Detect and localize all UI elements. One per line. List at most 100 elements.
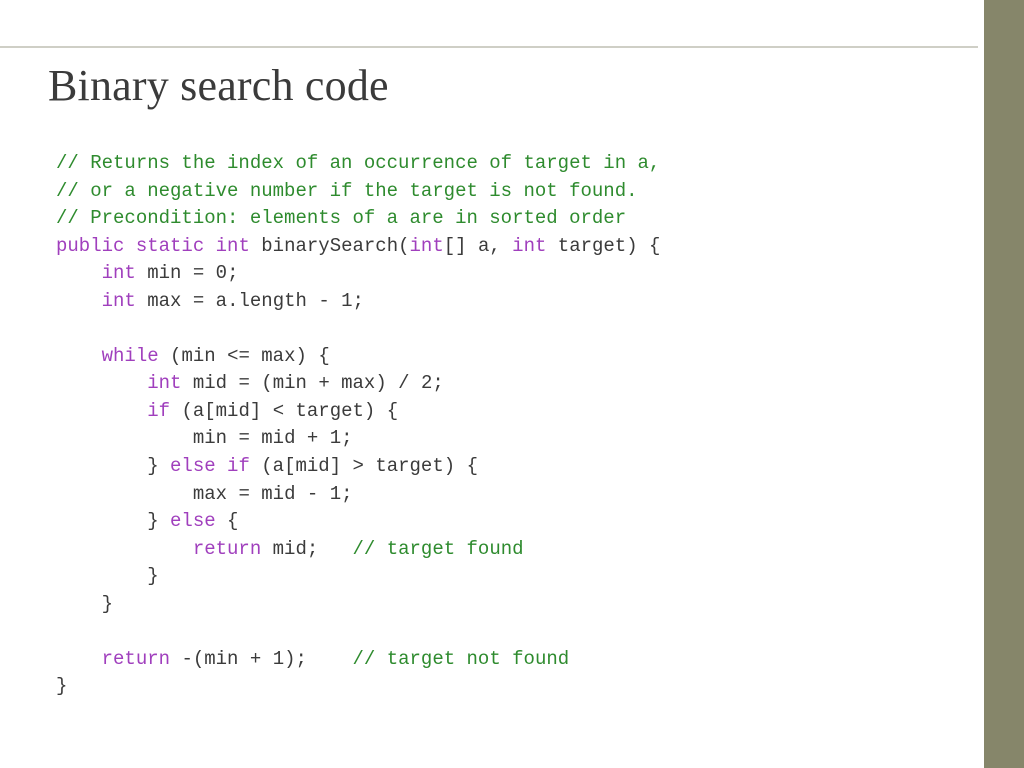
param-a: a bbox=[273, 455, 284, 477]
brace-close: } bbox=[56, 675, 67, 697]
brace-open: { bbox=[318, 345, 329, 367]
num-0: 0 bbox=[216, 262, 227, 284]
param-target: target bbox=[375, 455, 443, 477]
var-mid: mid bbox=[295, 455, 329, 477]
var-max: max bbox=[341, 372, 375, 394]
kw-int: int bbox=[216, 235, 250, 257]
op-eq: = bbox=[238, 372, 249, 394]
paren-open: ( bbox=[261, 372, 272, 394]
lbrack: [ bbox=[204, 400, 215, 422]
semi: ; bbox=[227, 262, 238, 284]
kw-static: static bbox=[136, 235, 204, 257]
rbrack: ] bbox=[250, 400, 261, 422]
num-1: 1 bbox=[330, 427, 341, 449]
divider bbox=[0, 46, 978, 48]
lbrack: [ bbox=[284, 455, 295, 477]
var-min: min bbox=[204, 648, 238, 670]
code-comment: // target not found bbox=[353, 648, 570, 670]
paren-close: ) bbox=[444, 455, 455, 477]
op-minus: - bbox=[181, 648, 192, 670]
dot: . bbox=[227, 290, 238, 312]
kw-if: if bbox=[147, 400, 170, 422]
brackets: [] bbox=[444, 235, 467, 257]
num-1: 1 bbox=[330, 483, 341, 505]
comma: , bbox=[489, 235, 500, 257]
op-minus: - bbox=[307, 483, 318, 505]
op-gt: > bbox=[353, 455, 364, 477]
code-comment: // Precondition: elements of a are in so… bbox=[56, 207, 626, 229]
semi: ; bbox=[296, 648, 307, 670]
var-mid: mid bbox=[273, 538, 307, 560]
var-min: min bbox=[147, 262, 181, 284]
var-max: max bbox=[147, 290, 181, 312]
semi: ; bbox=[353, 290, 364, 312]
paren-open: ( bbox=[193, 648, 204, 670]
param-a: a bbox=[193, 400, 204, 422]
kw-int: int bbox=[102, 290, 136, 312]
paren-close: ) bbox=[296, 345, 307, 367]
kw-int: int bbox=[512, 235, 546, 257]
semi: ; bbox=[307, 538, 318, 560]
op-eq: = bbox=[238, 483, 249, 505]
paren-close: ) bbox=[375, 372, 386, 394]
op-plus: + bbox=[318, 372, 329, 394]
paren-open: ( bbox=[181, 400, 192, 422]
page-title: Binary search code bbox=[48, 60, 389, 111]
code-comment: // or a negative number if the target is… bbox=[56, 180, 638, 202]
brace-open: { bbox=[467, 455, 478, 477]
param-target: target bbox=[296, 400, 364, 422]
kw-int: int bbox=[147, 372, 181, 394]
var-mid: mid bbox=[261, 427, 295, 449]
op-le: <= bbox=[227, 345, 250, 367]
op-div: / bbox=[398, 372, 409, 394]
op-eq: = bbox=[238, 427, 249, 449]
brace-open: { bbox=[387, 400, 398, 422]
fn-name: binarySearch bbox=[261, 235, 398, 257]
field-length: length bbox=[238, 290, 306, 312]
var-mid: mid bbox=[216, 400, 250, 422]
param-a: a bbox=[216, 290, 227, 312]
var-mid: mid bbox=[261, 483, 295, 505]
kw-else: else bbox=[170, 455, 216, 477]
paren-open: ( bbox=[261, 455, 272, 477]
kw-return: return bbox=[193, 538, 261, 560]
paren-close: ) bbox=[284, 648, 295, 670]
num-2: 2 bbox=[421, 372, 432, 394]
kw-while: while bbox=[102, 345, 159, 367]
var-min: min bbox=[273, 372, 307, 394]
rbrack: ] bbox=[330, 455, 341, 477]
kw-int: int bbox=[102, 262, 136, 284]
op-eq: = bbox=[193, 262, 204, 284]
kw-int: int bbox=[410, 235, 444, 257]
slide: Binary search code // Returns the index … bbox=[0, 0, 1024, 768]
op-minus: - bbox=[318, 290, 329, 312]
num-1: 1 bbox=[341, 290, 352, 312]
kw-return: return bbox=[102, 648, 170, 670]
brace-close: } bbox=[147, 510, 158, 532]
op-eq: = bbox=[193, 290, 204, 312]
param-a: a bbox=[478, 235, 489, 257]
op-plus: + bbox=[250, 648, 261, 670]
accent-stripe bbox=[984, 0, 1024, 768]
num-1: 1 bbox=[273, 648, 284, 670]
var-max: max bbox=[261, 345, 295, 367]
paren-close: ) bbox=[364, 400, 375, 422]
semi: ; bbox=[341, 427, 352, 449]
brace-open: { bbox=[227, 510, 238, 532]
semi: ; bbox=[341, 483, 352, 505]
op-plus: + bbox=[307, 427, 318, 449]
brace-open: { bbox=[649, 235, 660, 257]
var-max: max bbox=[193, 483, 227, 505]
var-min: min bbox=[193, 427, 227, 449]
kw-public: public bbox=[56, 235, 124, 257]
paren-close: ) bbox=[626, 235, 637, 257]
var-mid: mid bbox=[193, 372, 227, 394]
param-target: target bbox=[558, 235, 626, 257]
kw-else: else bbox=[170, 510, 216, 532]
paren-open: ( bbox=[170, 345, 181, 367]
code-block: // Returns the index of an occurrence of… bbox=[56, 150, 956, 701]
brace-close: } bbox=[102, 593, 113, 615]
op-lt: < bbox=[273, 400, 284, 422]
code-comment: // target found bbox=[353, 538, 524, 560]
code-comment: // Returns the index of an occurrence of… bbox=[56, 152, 660, 174]
